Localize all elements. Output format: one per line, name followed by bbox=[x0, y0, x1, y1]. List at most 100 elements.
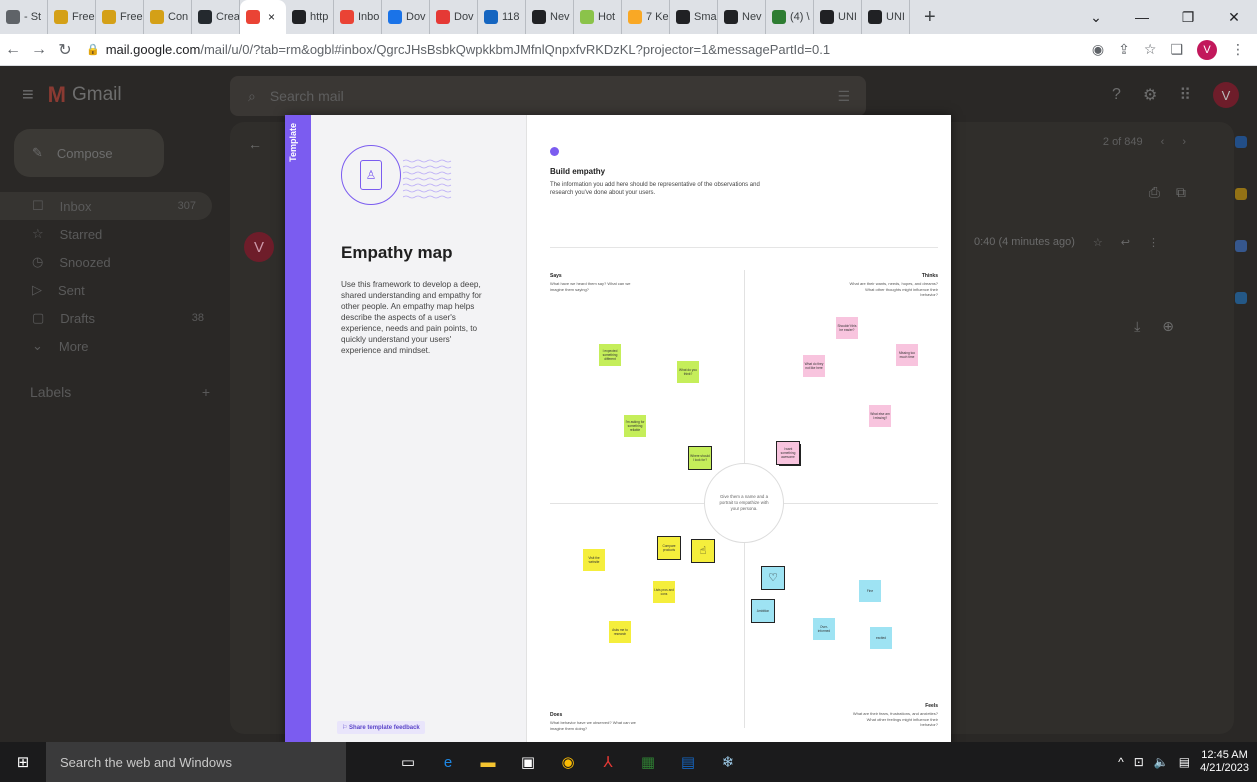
snowflake-app-icon[interactable]: ❄ bbox=[708, 742, 748, 782]
nav-item-inbox[interactable]: ☐ Inbox 307 bbox=[0, 192, 212, 220]
clock[interactable]: 12:45 AM 4/21/2023 bbox=[1200, 749, 1249, 775]
browser-tab[interactable]: Dov bbox=[430, 0, 478, 34]
browser-tab[interactable]: UNI bbox=[862, 0, 910, 34]
star-icon[interactable]: ☆ bbox=[1093, 236, 1103, 249]
apps-grid-icon[interactable]: ⠿ bbox=[1179, 85, 1191, 105]
sticky-note[interactable]: Missing too much time bbox=[896, 344, 918, 366]
main-menu-icon[interactable]: ≡ bbox=[22, 84, 34, 107]
browser-tab[interactable]: Nev bbox=[718, 0, 766, 34]
reload-icon[interactable]: ↻ bbox=[52, 40, 78, 60]
browser-tab[interactable]: Con bbox=[144, 0, 192, 34]
add-to-drive-icon[interactable]: ⊕ bbox=[1162, 318, 1174, 335]
minimize-button[interactable]: — bbox=[1119, 9, 1165, 25]
sticky-note[interactable]: Compare products bbox=[657, 536, 681, 560]
sticky-note[interactable]: Ambition bbox=[751, 599, 775, 623]
word-icon[interactable]: ▤ bbox=[668, 742, 708, 782]
nav-item-snoozed[interactable]: ◷ Snoozed bbox=[0, 248, 220, 276]
chrome-icon[interactable]: ◉ bbox=[548, 742, 588, 782]
help-icon[interactable]: ? bbox=[1112, 86, 1121, 104]
close-window-button[interactable]: ✕ bbox=[1211, 9, 1257, 26]
search-options-icon[interactable]: ☰ bbox=[837, 88, 850, 105]
network-icon[interactable]: ⊡ bbox=[1134, 755, 1144, 769]
browser-tab[interactable]: Nev bbox=[526, 0, 574, 34]
acrobat-icon[interactable]: ⅄ bbox=[588, 742, 628, 782]
contacts-icon[interactable] bbox=[1235, 292, 1247, 304]
taskbar-search[interactable]: Search the web and Windows bbox=[46, 742, 346, 782]
next-message-icon[interactable]: › bbox=[1182, 136, 1186, 148]
share-feedback-link[interactable]: ⚐ Share template feedback bbox=[337, 721, 425, 734]
compose-button[interactable]: ✎ Compose bbox=[14, 129, 164, 177]
bookmark-star-icon[interactable]: ☆ bbox=[1144, 41, 1157, 58]
browser-tab[interactable]: Crea bbox=[192, 0, 240, 34]
tray-chevron-icon[interactable]: ^ bbox=[1118, 755, 1124, 769]
windows-start-icon[interactable]: ⊞ bbox=[0, 753, 46, 771]
sticky-note[interactable]: Fine bbox=[859, 580, 881, 602]
sticky-note[interactable]: I'm asking for something reliable bbox=[624, 415, 646, 437]
sticky-note[interactable]: Lists pros and cons bbox=[653, 581, 675, 603]
browser-tab[interactable]: Free bbox=[48, 0, 96, 34]
tasks-icon[interactable] bbox=[1235, 240, 1247, 252]
browser-tab[interactable]: Inbo bbox=[334, 0, 382, 34]
reply-icon[interactable]: ↩ bbox=[1121, 236, 1130, 249]
open-new-window-icon[interactable]: ⧉ bbox=[1176, 184, 1186, 201]
sticky-note[interactable]: I want something awesome bbox=[776, 441, 800, 465]
sticky-note[interactable]: What do you think? bbox=[677, 361, 699, 383]
excel-icon[interactable]: ▦ bbox=[628, 742, 668, 782]
download-icon[interactable]: ⤓ bbox=[1134, 318, 1140, 335]
restore-button[interactable]: ❐ bbox=[1165, 9, 1211, 26]
task-view-icon[interactable]: ▭ bbox=[388, 742, 428, 782]
nav-item-starred[interactable]: ☆ Starred bbox=[0, 220, 220, 248]
nav-item-drafts[interactable]: ▢ Drafts 38 bbox=[0, 304, 220, 332]
browser-menu-icon[interactable]: ⋮ bbox=[1231, 41, 1245, 58]
print-icon[interactable]: ⎙ bbox=[1149, 184, 1160, 201]
address-bar[interactable]: 🔒 mail.google.com/mail/u/0/?tab=rm&ogbl#… bbox=[86, 38, 1092, 62]
cursor-sticker[interactable]: ☝ bbox=[691, 539, 715, 563]
share-icon[interactable]: ⇪ bbox=[1118, 41, 1130, 58]
sticky-note[interactable]: I expected something different bbox=[599, 344, 621, 366]
sticky-note[interactable]: Visit the website bbox=[583, 549, 605, 571]
close-tab-icon[interactable]: × bbox=[268, 10, 275, 24]
gmail-logo[interactable]: M Gmail bbox=[48, 82, 122, 108]
sticky-note[interactable]: What else am I missing? bbox=[869, 405, 891, 427]
nav-item-more[interactable]: ⌄ More bbox=[0, 332, 220, 360]
more-options-icon[interactable]: ⋮ bbox=[1148, 236, 1159, 249]
store-icon[interactable]: ▣ bbox=[508, 742, 548, 782]
file-explorer-icon[interactable]: ▬ bbox=[468, 742, 508, 782]
browser-tab[interactable]: http bbox=[286, 0, 334, 34]
sticky-note[interactable]: What do they not like here bbox=[803, 355, 825, 377]
sticky-note[interactable]: excited bbox=[870, 627, 892, 649]
account-avatar[interactable]: V bbox=[1213, 82, 1239, 108]
prev-message-icon[interactable]: ‹ bbox=[1161, 136, 1165, 148]
sticky-note[interactable]: Shouldn't this be easier? bbox=[836, 317, 858, 339]
search-mail-input[interactable]: ⌕ Search mail ☰ bbox=[230, 76, 866, 116]
browser-tab[interactable]: - St bbox=[0, 0, 48, 34]
browser-tab[interactable]: × bbox=[240, 0, 286, 34]
add-label-icon[interactable]: + bbox=[202, 384, 210, 400]
nav-item-sent[interactable]: ▷ Sent bbox=[0, 276, 220, 304]
keep-icon[interactable] bbox=[1235, 188, 1247, 200]
volume-icon[interactable]: 🔈 bbox=[1154, 755, 1169, 769]
profile-avatar[interactable]: V bbox=[1197, 39, 1217, 60]
sidepanel-icon[interactable]: ❑ bbox=[1170, 41, 1183, 58]
sticky-note[interactable]: Asks me to research bbox=[609, 621, 631, 643]
heart-sticker[interactable]: ♡ bbox=[761, 566, 785, 590]
extension-icon[interactable]: ◉ bbox=[1092, 41, 1104, 58]
settings-gear-icon[interactable]: ⚙ bbox=[1143, 85, 1157, 105]
browser-tab[interactable]: Dov bbox=[382, 0, 430, 34]
browser-tab[interactable]: Hot bbox=[574, 0, 622, 34]
sticky-note[interactable]: Where should I look for? bbox=[688, 446, 712, 470]
forward-icon[interactable]: → bbox=[26, 41, 52, 59]
notifications-icon[interactable]: ▤ bbox=[1179, 755, 1190, 769]
browser-tab[interactable]: Sma bbox=[670, 0, 718, 34]
sticky-note[interactable]: Over-informed bbox=[813, 618, 835, 640]
browser-tab[interactable]: Free bbox=[96, 0, 144, 34]
new-tab-button[interactable]: + bbox=[910, 6, 950, 29]
back-to-inbox-icon[interactable]: ← bbox=[248, 136, 262, 152]
edge-icon[interactable]: e bbox=[428, 742, 468, 782]
browser-tab[interactable]: 7 Ke bbox=[622, 0, 670, 34]
browser-tab[interactable]: 118 bbox=[478, 0, 526, 34]
browser-tab[interactable]: UNI bbox=[814, 0, 862, 34]
browser-tab[interactable]: (4) \ bbox=[766, 0, 814, 34]
back-icon[interactable]: ← bbox=[0, 41, 26, 59]
calendar-icon[interactable] bbox=[1235, 136, 1247, 148]
